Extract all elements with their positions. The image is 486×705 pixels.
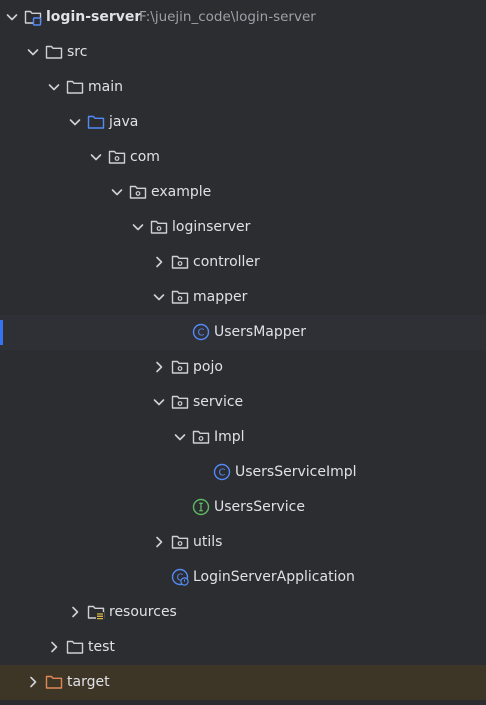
folder-icon [45,43,63,61]
excluded-folder-icon [45,673,63,691]
package-icon [171,253,189,271]
tree-row-utils[interactable]: utils [0,525,486,560]
folder-icon [66,638,84,656]
chevron-down-icon[interactable] [25,44,41,60]
tree-item-label: test [88,639,115,655]
interface-icon [192,498,210,516]
tree-item-label: mapper [193,289,248,305]
package-icon [171,358,189,376]
chevron-down-icon[interactable] [67,114,83,130]
tree-row-controller[interactable]: controller [0,245,486,280]
folder-icon [66,78,84,96]
spring-boot-class-icon: C [171,568,189,586]
tree-row-src[interactable]: src [0,35,486,70]
tree-row-mapper[interactable]: mapper [0,280,486,315]
tree-item-label: target [67,674,110,690]
tree-row-target[interactable]: target [0,665,486,700]
tree-item-label: loginserver [172,219,251,235]
chevron-right-icon[interactable] [151,534,167,550]
chevron-down-icon[interactable] [151,394,167,410]
chevron-down-icon[interactable] [88,149,104,165]
tree-item-label: com [130,149,160,165]
svg-text:C: C [219,468,226,479]
tree-item-label: java [109,114,139,130]
tree-item-label: utils [193,534,223,550]
tree-item-label: src [67,44,88,60]
chevron-right-icon[interactable] [151,359,167,375]
tree-item-label: UsersService [214,499,305,515]
chevron-right-icon[interactable] [67,604,83,620]
project-tree: login-server F:\juejin_code\login-server… [0,0,486,705]
tree-row-loginserverapplication[interactable]: C LoginServerApplication [0,560,486,595]
chevron-right-icon[interactable] [46,639,62,655]
class-icon: C [213,463,231,481]
tree-item-label: Impl [214,429,245,445]
chevron-down-icon[interactable] [151,289,167,305]
chevron-right-icon[interactable] [25,674,41,690]
source-folder-icon [87,113,105,131]
package-icon [171,393,189,411]
tree-row-resources[interactable]: resources [0,595,486,630]
tree-item-label: resources [109,604,177,620]
tree-row-impl[interactable]: Impl [0,420,486,455]
chevron-down-icon[interactable] [4,9,20,25]
tree-item-label: service [193,394,244,410]
tree-row-example[interactable]: example [0,175,486,210]
package-icon [108,148,126,166]
chevron-down-icon[interactable] [172,429,188,445]
package-icon [192,428,210,446]
chevron-down-icon[interactable] [130,219,146,235]
project-name: login-server [46,9,142,25]
tree-row-usersserviceimpl[interactable]: C UsersServiceImpl [0,455,486,490]
tree-item-label: UsersServiceImpl [235,464,357,480]
chevron-right-icon[interactable] [151,254,167,270]
module-folder-icon [24,8,42,26]
tree-row-java[interactable]: java [0,105,486,140]
project-path: F:\juejin_code\login-server [139,9,316,25]
tree-item-label: LoginServerApplication [193,569,355,585]
tree-row-com[interactable]: com [0,140,486,175]
package-icon [129,183,147,201]
class-icon: C [192,323,210,341]
tree-row-service[interactable]: service [0,385,486,420]
tree-item-label: controller [193,254,260,270]
tree-row-pojo[interactable]: pojo [0,350,486,385]
tree-item-label: pojo [193,359,223,375]
tree-item-label: main [88,79,123,95]
tree-row-usersservice[interactable]: UsersService [0,490,486,525]
package-icon [171,288,189,306]
tree-row-usersmapper[interactable]: C UsersMapper [0,315,486,350]
tree-row-main[interactable]: main [0,70,486,105]
tree-row-loginserver[interactable]: loginserver [0,210,486,245]
chevron-down-icon[interactable] [109,184,125,200]
package-icon [171,533,189,551]
tree-item-label: example [151,184,212,200]
tree-row-test[interactable]: test [0,630,486,665]
chevron-down-icon[interactable] [46,79,62,95]
resources-folder-icon [87,603,105,621]
tree-item-label: UsersMapper [214,324,307,340]
tree-row-project-root[interactable]: login-server F:\juejin_code\login-server [0,0,486,35]
package-icon [150,218,168,236]
svg-text:C: C [198,328,205,339]
